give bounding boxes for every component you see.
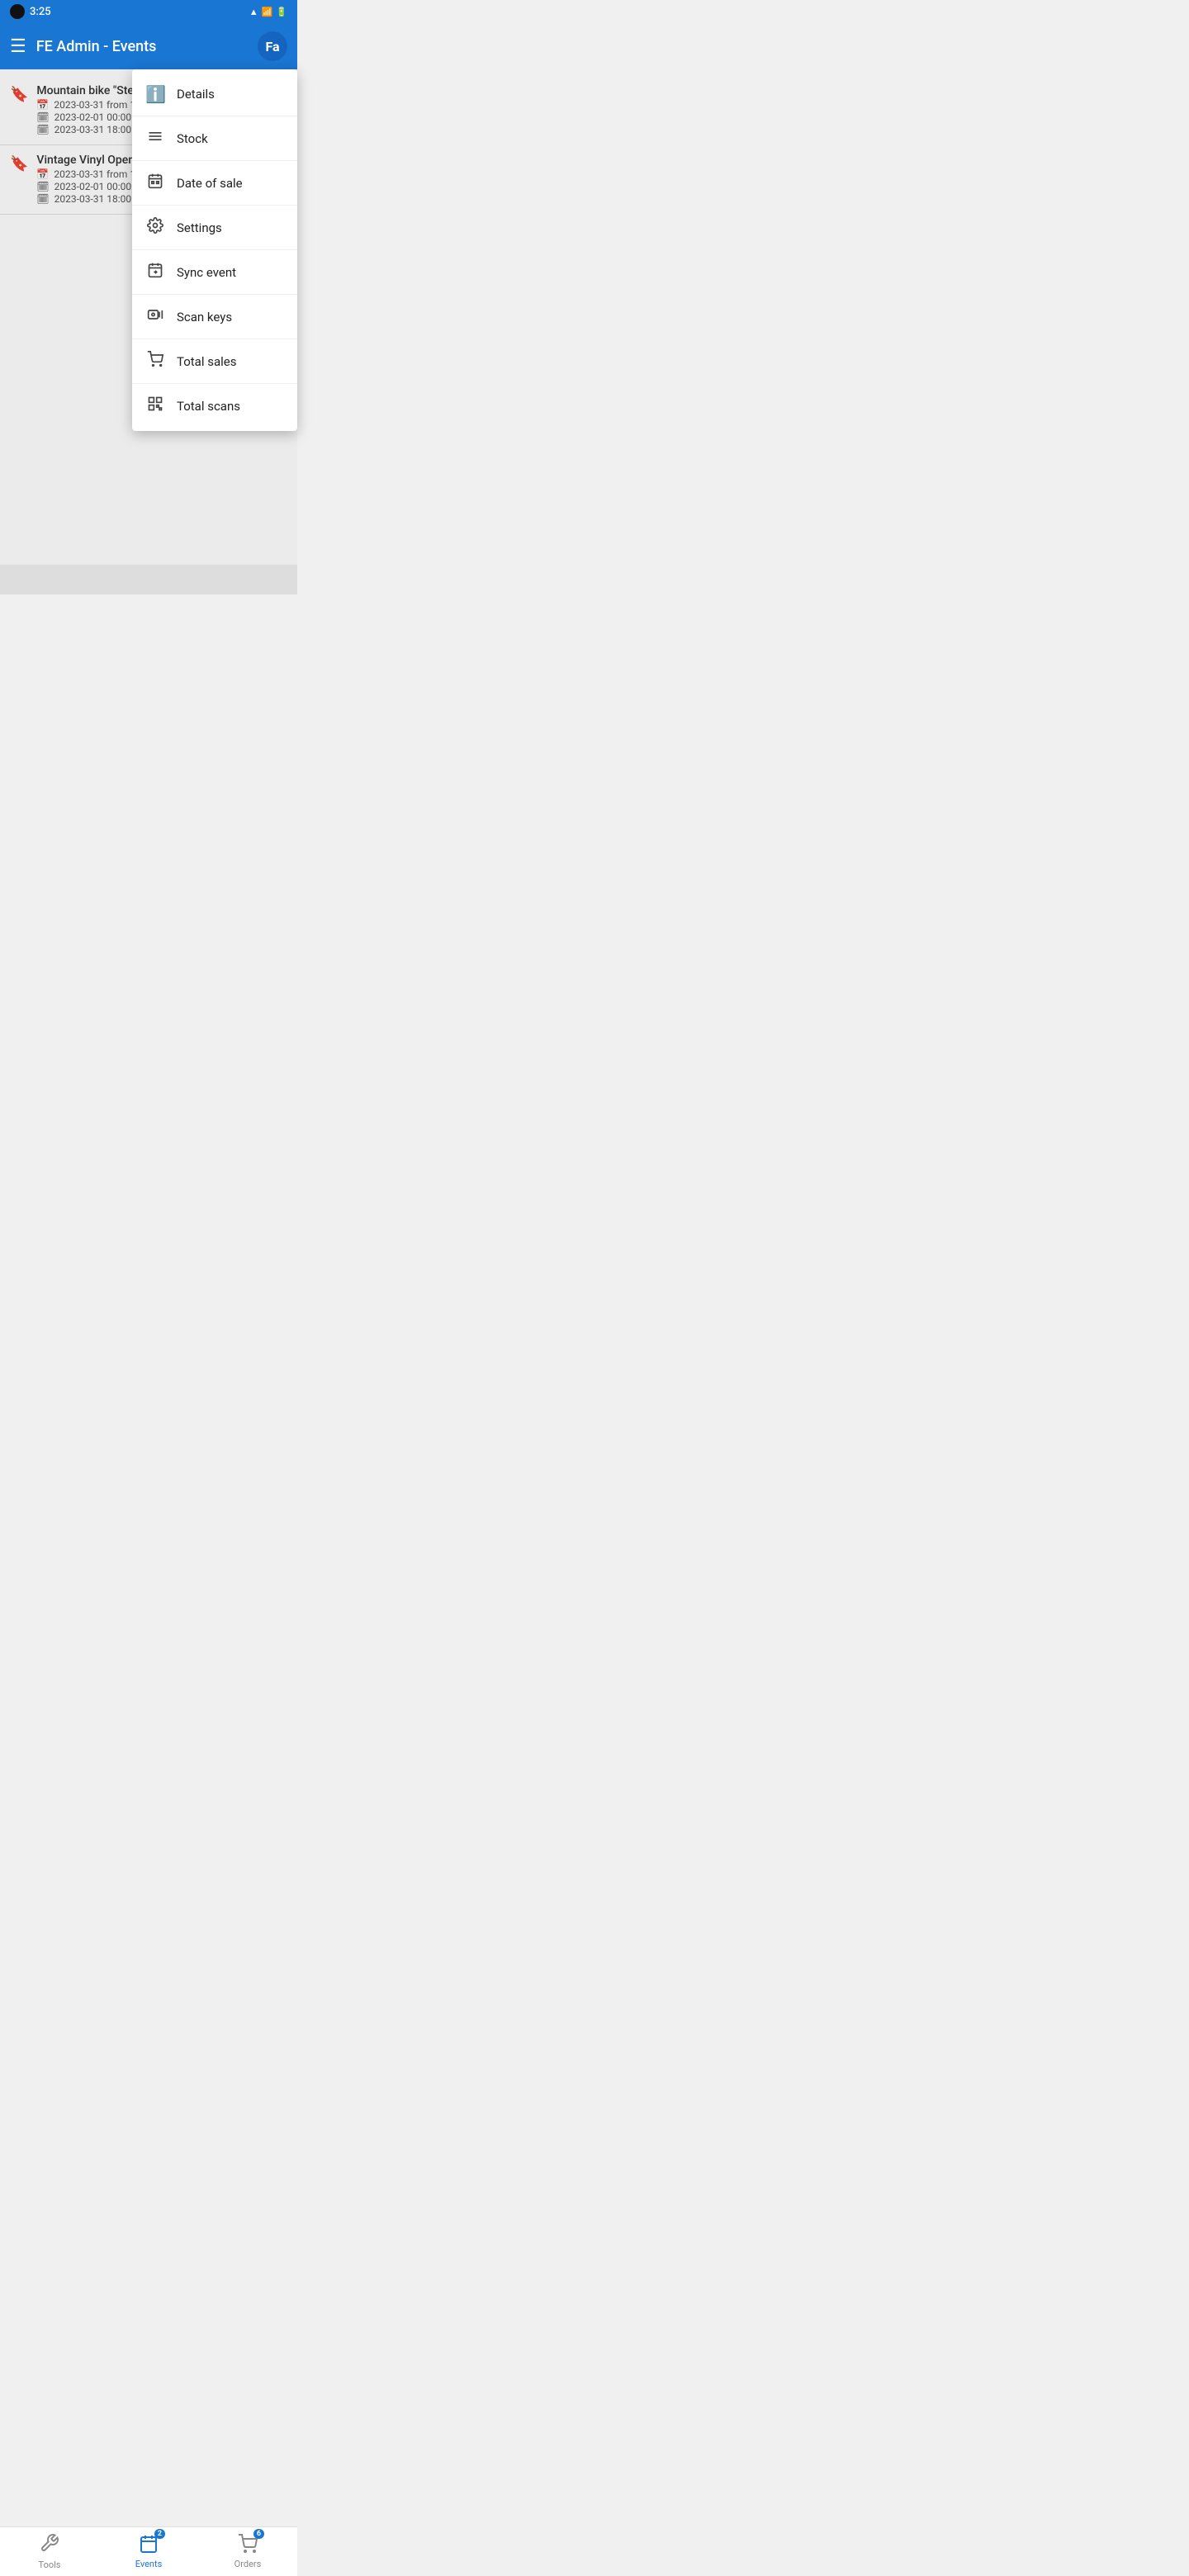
orders-badge-count: 6 [253, 2529, 264, 2539]
date-of-sale-icon [145, 173, 165, 193]
menu-item-settings[interactable]: Settings [132, 206, 297, 250]
status-bar: 3:25 ▲ 📶 🔋 [0, 0, 297, 23]
battery-icon: 🔋 [276, 7, 287, 17]
menu-label-total-sales: Total sales [177, 354, 236, 369]
menu-label-scan-keys: Scan keys [177, 310, 232, 324]
notch [10, 4, 25, 19]
stock-icon [145, 128, 165, 149]
events-badge-container: 2 [139, 2534, 159, 2557]
total-scans-icon [145, 395, 165, 416]
app-bar: ☰ FE Admin - Events Fa [0, 23, 297, 69]
nav-label-tools: Tools [39, 2559, 61, 2570]
hamburger-menu-icon[interactable]: ☰ [10, 36, 26, 57]
menu-label-total-scans: Total scans [177, 399, 240, 414]
nav-label-orders: Orders [234, 2559, 262, 2569]
status-time: 3:25 [30, 6, 51, 18]
menu-item-total-sales[interactable]: Total sales [132, 339, 297, 384]
details-icon: ℹ️ [145, 84, 165, 104]
orders-badge-container: 6 [238, 2534, 258, 2557]
menu-item-total-scans[interactable]: Total scans [132, 384, 297, 428]
menu-item-stock[interactable]: Stock [132, 116, 297, 161]
nav-item-events[interactable]: 2 Events [99, 2529, 198, 2574]
sync-event-icon [145, 262, 165, 282]
menu-label-settings: Settings [177, 220, 222, 235]
menu-label-sync-event: Sync event [177, 265, 236, 280]
avatar[interactable]: Fa [258, 31, 287, 61]
signal-icon: 📶 [262, 7, 273, 17]
nav-label-events: Events [135, 2559, 163, 2569]
bottom-nav: Tools 2 Events 6 Orders [0, 2526, 297, 2576]
menu-item-details[interactable]: ℹ️ Details [132, 73, 297, 116]
nav-item-tools[interactable]: Tools [0, 2528, 99, 2575]
menu-label-date-of-sale: Date of sale [177, 176, 243, 191]
menu-item-sync-event[interactable]: Sync event [132, 250, 297, 295]
app-bar-title: FE Admin - Events [36, 38, 258, 55]
tools-icon [40, 2533, 59, 2558]
nav-item-orders[interactable]: 6 Orders [198, 2529, 297, 2574]
menu-item-date-of-sale[interactable]: Date of sale [132, 161, 297, 206]
scan-keys-icon [145, 306, 165, 327]
menu-label-details: Details [177, 87, 215, 102]
menu-label-stock: Stock [177, 131, 208, 146]
events-badge-count: 2 [154, 2529, 165, 2539]
wifi-icon: ▲ [249, 7, 258, 17]
context-menu: ℹ️ Details Stock Date of sale [132, 69, 297, 431]
total-sales-icon [145, 351, 165, 372]
status-icons: ▲ 📶 🔋 [249, 7, 287, 17]
menu-item-scan-keys[interactable]: Scan keys [132, 295, 297, 339]
settings-icon [145, 217, 165, 238]
